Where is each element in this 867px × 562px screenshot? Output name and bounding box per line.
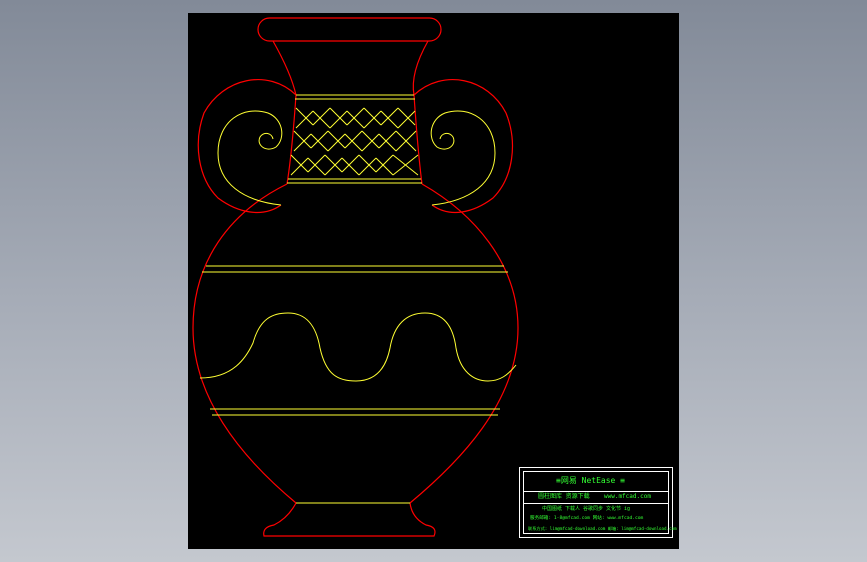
handle-left-outer <box>197 79 297 213</box>
title-block-frame: ≡网易 NetEase ≡ 圆柱图库 资源下载 www.mfcad.com 中国… <box>523 471 677 534</box>
handle-right-scroll <box>430 110 496 206</box>
brand-line: ≡网易 NetEase ≡ <box>556 476 625 485</box>
title-block-line-3: 联系方式: lim@mfcad-download.com 邮箱: lim@mfc… <box>528 526 677 531</box>
drawing-sheet: ≡网易 NetEase ≡ 圆柱图库 资源下载 www.mfcad.com 中国… <box>188 13 679 549</box>
website-label: 圆柱图库 资源下载 <box>538 493 590 500</box>
weave-pattern <box>290 107 419 176</box>
title-block-divider <box>524 503 668 504</box>
website-url: www.mfcad.com <box>604 493 651 500</box>
vase-outline <box>192 17 519 537</box>
body-right <box>409 183 519 504</box>
wave-decoration <box>199 312 517 382</box>
title-block-divider <box>524 491 668 492</box>
vase-foot <box>263 502 436 537</box>
title-block: ≡网易 NetEase ≡ 圆柱图库 资源下载 www.mfcad.com 中国… <box>519 467 677 538</box>
handle-left-scroll <box>217 110 283 206</box>
vase-lip <box>257 17 442 42</box>
neck-band-right <box>413 94 423 185</box>
title-block-line-1: 中国图纸 下载人 谷歌同步 文化节 ig <box>542 506 631 512</box>
body-left <box>192 183 297 504</box>
handle-right-outer <box>413 79 513 213</box>
title-block-line-2: 服务邮箱: 1-8@mfcad.com 网站: www.mfcad.com <box>530 516 644 521</box>
vase-details <box>199 94 517 504</box>
